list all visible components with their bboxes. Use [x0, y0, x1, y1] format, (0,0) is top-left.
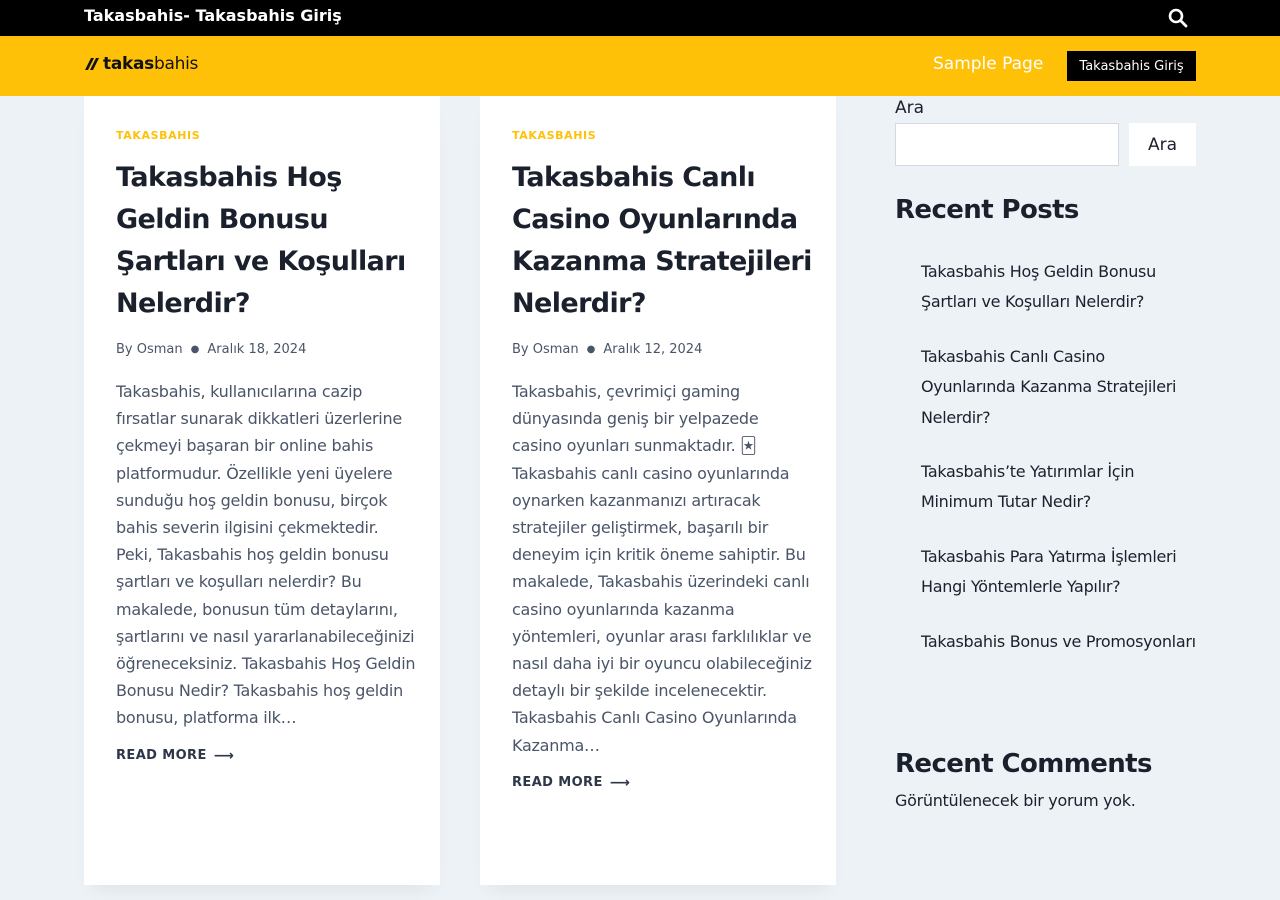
read-more-link[interactable]: READ MORE ⟶ [512, 775, 630, 791]
post-date: Aralık 12, 2024 [603, 342, 703, 357]
post-card: TAKASBAHIS Takasbahis Hoş Geldin Bonusu … [84, 96, 440, 885]
top-bar: Takasbahis- Takasbahis Giriş [0, 0, 1280, 36]
search-label: Ara [895, 98, 925, 118]
recent-post-link[interactable]: Takasbahis Para Yatırma İşlemleri Hangi … [921, 542, 1196, 603]
post-category[interactable]: TAKASBAHIS [116, 129, 416, 142]
nav-sample-page[interactable]: Sample Page [933, 54, 1043, 74]
recent-post-link[interactable]: Takasbahis Hoş Geldin Bonusu Şartları ve… [921, 257, 1196, 318]
meta-separator: ● [586, 344, 596, 355]
meta-separator: ● [190, 344, 200, 355]
post-by-label: By [512, 342, 529, 357]
main-header: takasbahis Sample Page Takasbahis Giriş [0, 36, 1280, 96]
post-excerpt: Takasbahis, çevrimiçi gaming dünyasında … [512, 382, 812, 755]
arrow-right-icon: ⟶ [213, 747, 235, 764]
recent-posts-title: Recent Posts [895, 195, 1079, 225]
post-author[interactable]: Osman [533, 342, 579, 357]
post-title[interactable]: Takasbahis Hoş Geldin Bonusu Şartları ve… [116, 157, 416, 325]
post-date: Aralık 18, 2024 [207, 342, 307, 357]
search-input[interactable] [895, 123, 1119, 166]
post-by-label: By [116, 342, 133, 357]
site-title[interactable]: Takasbahis- Takasbahis Giriş [84, 6, 342, 25]
post-card: TAKASBAHIS Takasbahis Canlı Casino Oyunl… [480, 96, 836, 885]
site-logo[interactable]: takasbahis [84, 54, 198, 74]
recent-post-link[interactable]: Takasbahis Canlı Casino Oyunlarında Kaza… [921, 342, 1196, 433]
post-meta: By Osman ● Aralık 12, 2024 [512, 342, 812, 357]
post-meta: By Osman ● Aralık 18, 2024 [116, 342, 416, 357]
recent-post-link[interactable]: Takasbahis Bonus ve Promosyonları [921, 627, 1196, 657]
logo-text-light: bahis [154, 54, 199, 74]
no-comments-text: Görüntülenecek bir yorum yok. [895, 791, 1136, 810]
logo-text: takasbahis [103, 54, 198, 74]
recent-posts-list: Takasbahis Hoş Geldin Bonusu Şartları ve… [921, 257, 1196, 681]
post-author[interactable]: Osman [137, 342, 183, 357]
arrow-right-icon: ⟶ [609, 774, 631, 791]
search-icon[interactable] [1166, 6, 1190, 30]
read-more-label: READ MORE [512, 775, 603, 791]
read-more-label: READ MORE [116, 748, 207, 764]
post-category[interactable]: TAKASBAHIS [512, 129, 812, 142]
read-more-link[interactable]: READ MORE ⟶ [116, 748, 234, 764]
recent-post-link[interactable]: Takasbahis’te Yatırımlar İçin Minimum Tu… [921, 457, 1196, 518]
search-button[interactable]: Ara [1129, 123, 1196, 166]
nav-login-button[interactable]: Takasbahis Giriş [1067, 51, 1196, 81]
post-excerpt: Takasbahis, kullanıcılarına cazip fırsat… [116, 382, 416, 728]
recent-comments-title: Recent Comments [895, 749, 1152, 779]
logo-mark-icon [84, 56, 100, 72]
post-title[interactable]: Takasbahis Canlı Casino Oyunlarında Kaza… [512, 157, 812, 325]
logo-text-bold: takas [103, 54, 154, 74]
